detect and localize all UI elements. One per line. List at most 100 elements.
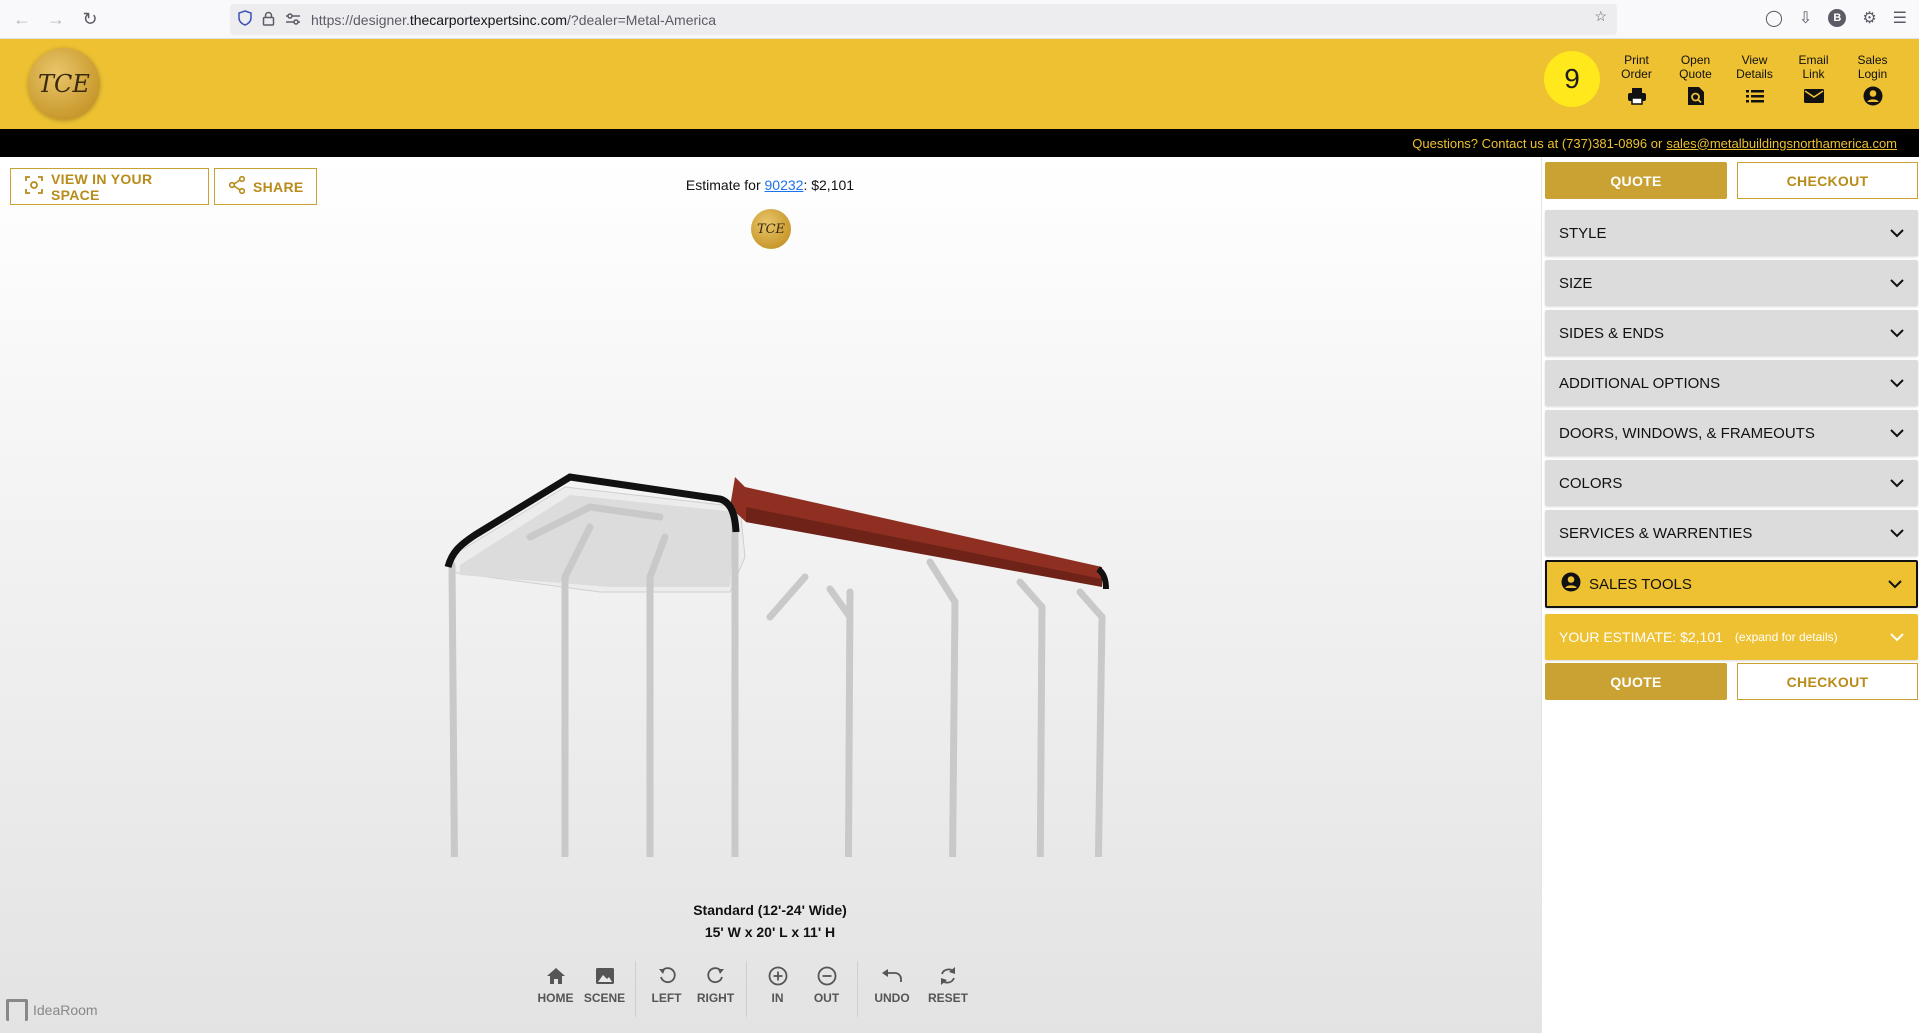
- home-icon: [546, 961, 566, 991]
- view-details-button[interactable]: View Details: [1725, 53, 1784, 107]
- back-icon[interactable]: ←: [10, 7, 34, 31]
- chevron-down-icon: [1890, 225, 1904, 242]
- email-link-button[interactable]: Email Link: [1784, 53, 1843, 107]
- accordion-sides-ends-label: SIDES & ENDS: [1559, 324, 1665, 342]
- design-viewport[interactable]: VIEW IN YOUR SPACE SHARE Estimate for 90…: [0, 157, 1541, 1033]
- print-order-label-1: Print: [1624, 53, 1649, 67]
- profile-avatar[interactable]: B: [1828, 9, 1847, 27]
- print-order-button[interactable]: Print Order: [1607, 53, 1666, 107]
- open-quote-icon: [1684, 85, 1708, 107]
- zoom-out-icon: [817, 961, 837, 991]
- accordion-estimate[interactable]: YOUR ESTIMATE: $2,101 (expand for details…: [1545, 614, 1918, 660]
- printer-icon: [1625, 85, 1649, 107]
- accordion-style[interactable]: STYLE: [1545, 210, 1918, 256]
- estimate-hint: (expand for details): [1734, 630, 1838, 644]
- undo-label: UNDO: [874, 991, 910, 1005]
- zip-code-link[interactable]: 90232: [765, 177, 804, 193]
- idearoom-brand[interactable]: IdeaRoom: [6, 999, 98, 1021]
- undo-button[interactable]: UNDO: [864, 961, 920, 1017]
- menu-icon[interactable]: ☰: [1893, 8, 1907, 28]
- open-quote-label-2: Quote: [1679, 67, 1712, 81]
- share-button[interactable]: SHARE: [214, 168, 317, 205]
- header-actions: Print Order Open Quote View Details Emai…: [1607, 53, 1902, 107]
- rotate-right-icon: [706, 961, 726, 991]
- chevron-down-icon: [1890, 325, 1904, 342]
- reload-icon[interactable]: ↻: [78, 7, 102, 31]
- history-group: UNDO RESET: [858, 961, 982, 1017]
- view-group: HOME SCENE: [525, 961, 636, 1017]
- account-icon: [1561, 572, 1581, 596]
- accordion-doors-windows-label: DOORS, WINDOWS, & FRAMEOUTS: [1559, 424, 1815, 442]
- rotate-left-button[interactable]: LEFT: [642, 961, 691, 1017]
- downloads-icon[interactable]: ⇩: [1799, 8, 1812, 28]
- sales-login-label-1: Sales: [1857, 53, 1888, 67]
- accordion-sales-tools[interactable]: SALES TOOLS: [1545, 560, 1918, 608]
- pocket-icon[interactable]: ◯: [1765, 8, 1783, 28]
- contact-email-link[interactable]: sales@metalbuildingsnorthamerica.com: [1666, 136, 1897, 151]
- accordion-services-warranties[interactable]: SERVICES & WARRENTIES: [1545, 510, 1918, 556]
- accordion-additional-options-label: ADDITIONAL OPTIONS: [1559, 374, 1721, 392]
- contact-text: Questions? Contact us at (737)381-0896 o…: [1412, 135, 1663, 151]
- view-in-your-space-button[interactable]: VIEW IN YOUR SPACE: [10, 168, 209, 205]
- accordion-colors[interactable]: COLORS: [1545, 460, 1918, 506]
- chevron-down-icon: [1890, 425, 1904, 442]
- viewport-logo: TCE: [751, 209, 791, 249]
- account-icon: [1861, 85, 1885, 107]
- accordion-colors-label: COLORS: [1559, 474, 1623, 492]
- scene-label: SCENE: [583, 991, 626, 1005]
- rotate-group: LEFT RIGHT: [636, 961, 747, 1017]
- estimate-total-label: YOUR ESTIMATE: $2,101: [1559, 629, 1723, 645]
- forward-icon[interactable]: →: [44, 7, 68, 31]
- home-label: HOME: [537, 991, 574, 1005]
- list-icon: [1743, 85, 1767, 107]
- accordion-doors-windows[interactable]: DOORS, WINDOWS, & FRAMEOUTS: [1545, 410, 1918, 456]
- extensions-icon[interactable]: ⚙: [1862, 8, 1876, 28]
- permissions-icon[interactable]: [285, 12, 301, 28]
- address-bar[interactable]: https://designer.thecarportexpertsinc.co…: [230, 4, 1617, 35]
- chevron-down-icon: [1890, 275, 1904, 292]
- zoom-out-button[interactable]: OUT: [802, 961, 851, 1017]
- home-button[interactable]: HOME: [531, 961, 580, 1017]
- checkout-button[interactable]: CHECKOUT: [1737, 162, 1918, 199]
- rotate-right-button[interactable]: RIGHT: [691, 961, 740, 1017]
- sales-login-button[interactable]: Sales Login: [1843, 53, 1902, 107]
- reset-button[interactable]: RESET: [920, 961, 976, 1017]
- sales-tools-label: SALES TOOLS: [1589, 575, 1692, 593]
- view-in-your-space-label: VIEW IN YOUR SPACE: [51, 170, 153, 203]
- browser-toolbar: ← → ↻ https://designer.thecarportexperts…: [0, 0, 1919, 39]
- shield-icon[interactable]: [238, 10, 252, 29]
- scene-button[interactable]: SCENE: [580, 961, 629, 1017]
- sales-login-label-2: Login: [1857, 67, 1888, 81]
- accordion-size[interactable]: SIZE: [1545, 260, 1918, 306]
- top-actions: QUOTE CHECKOUT: [1545, 162, 1918, 199]
- company-logo[interactable]: TCE: [28, 48, 100, 120]
- accordion-additional-options[interactable]: ADDITIONAL OPTIONS: [1545, 360, 1918, 406]
- undo-icon: [881, 961, 903, 991]
- accordion-sides-ends[interactable]: SIDES & ENDS: [1545, 310, 1918, 356]
- right-label: RIGHT: [696, 991, 735, 1005]
- bookmark-star-icon[interactable]: ☆: [1594, 8, 1607, 25]
- ar-view-icon: [25, 176, 43, 197]
- estimate-prefix: Estimate for: [685, 177, 761, 193]
- chevron-down-icon: [1890, 629, 1904, 645]
- quote-button-bottom[interactable]: QUOTE: [1545, 663, 1727, 700]
- chevron-down-icon: [1888, 576, 1902, 593]
- zoom-group: IN OUT: [747, 961, 858, 1017]
- rotate-left-icon: [657, 961, 677, 991]
- accordion-services-label: SERVICES & WARRENTIES: [1559, 524, 1753, 542]
- notification-badge[interactable]: 9: [1544, 51, 1600, 107]
- open-quote-label-1: Open: [1680, 53, 1711, 67]
- lock-icon[interactable]: [262, 11, 275, 29]
- chevron-down-icon: [1890, 375, 1904, 392]
- checkout-button-bottom[interactable]: CHECKOUT: [1737, 663, 1918, 700]
- carport-3d-model[interactable]: [430, 337, 1130, 857]
- open-quote-button[interactable]: Open Quote: [1666, 53, 1725, 107]
- zoom-in-icon: [768, 961, 788, 991]
- chevron-down-icon: [1890, 525, 1904, 542]
- browser-extensions: ◯ ⇩ B ⚙ ☰: [1765, 8, 1907, 28]
- quote-button[interactable]: QUOTE: [1545, 162, 1727, 199]
- zoom-in-button[interactable]: IN: [753, 961, 802, 1017]
- accordion-style-label: STYLE: [1559, 224, 1607, 242]
- reset-icon: [938, 961, 958, 991]
- email-icon: [1802, 85, 1826, 107]
